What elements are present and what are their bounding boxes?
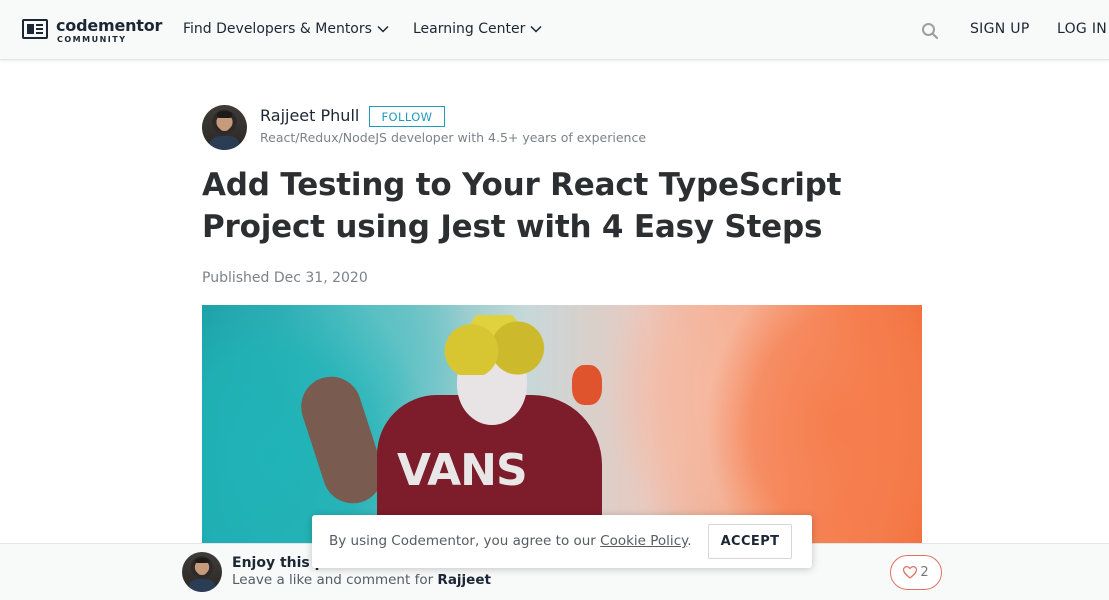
cookie-consent-popup: By using Codementor, you agree to our Co…: [312, 515, 812, 568]
sign-up-link[interactable]: SIGN UP: [970, 21, 1030, 37]
published-date: Published Dec 31, 2020: [202, 270, 368, 286]
article-title: Add Testing to Your React TypeScript Pro…: [202, 167, 842, 245]
accept-cookies-button[interactable]: ACCEPT: [708, 524, 792, 559]
author-bio: React/Redux/NodeJS developer with 4.5+ y…: [260, 130, 647, 145]
logo-wordmark: codementor: [56, 16, 163, 35]
like-count: 2: [920, 565, 929, 580]
like-button[interactable]: 2: [890, 555, 942, 590]
follow-button[interactable]: FOLLOW: [369, 106, 445, 127]
cookie-policy-link[interactable]: Cookie Policy: [600, 533, 687, 549]
nav-find-developers-label: Find Developers & Mentors: [183, 21, 372, 37]
top-nav-bar: codementor COMMUNITY Find Developers & M…: [0, 0, 1109, 60]
heart-icon: [903, 566, 918, 579]
author-avatar[interactable]: [202, 105, 247, 150]
enjoy-post-text: Enjoy this p: [232, 555, 325, 571]
leave-like-author-name: Rajjeet: [437, 572, 491, 588]
logo-subtitle: COMMUNITY: [57, 35, 127, 44]
nav-find-developers[interactable]: Find Developers & Mentors: [183, 21, 389, 37]
author-name[interactable]: Rajjeet Phull: [260, 106, 359, 125]
author-avatar-small[interactable]: [182, 552, 222, 592]
hero-shirt-text: VANS: [397, 445, 528, 496]
nav-learning-center[interactable]: Learning Center: [413, 21, 542, 37]
search-icon[interactable]: [920, 21, 940, 41]
cookie-message: By using Codementor, you agree to our Co…: [329, 533, 692, 549]
leave-like-text: Leave a like and comment for Rajjeet: [232, 572, 491, 588]
codementor-logo[interactable]: codementor COMMUNITY: [22, 16, 172, 44]
log-in-link[interactable]: LOG IN: [1057, 21, 1107, 37]
chevron-down-icon: [530, 25, 542, 33]
codementor-logo-icon: [22, 19, 48, 39]
nav-learning-center-label: Learning Center: [413, 21, 526, 37]
article-hero-image: VANS: [202, 305, 922, 545]
chevron-down-icon: [377, 25, 389, 33]
